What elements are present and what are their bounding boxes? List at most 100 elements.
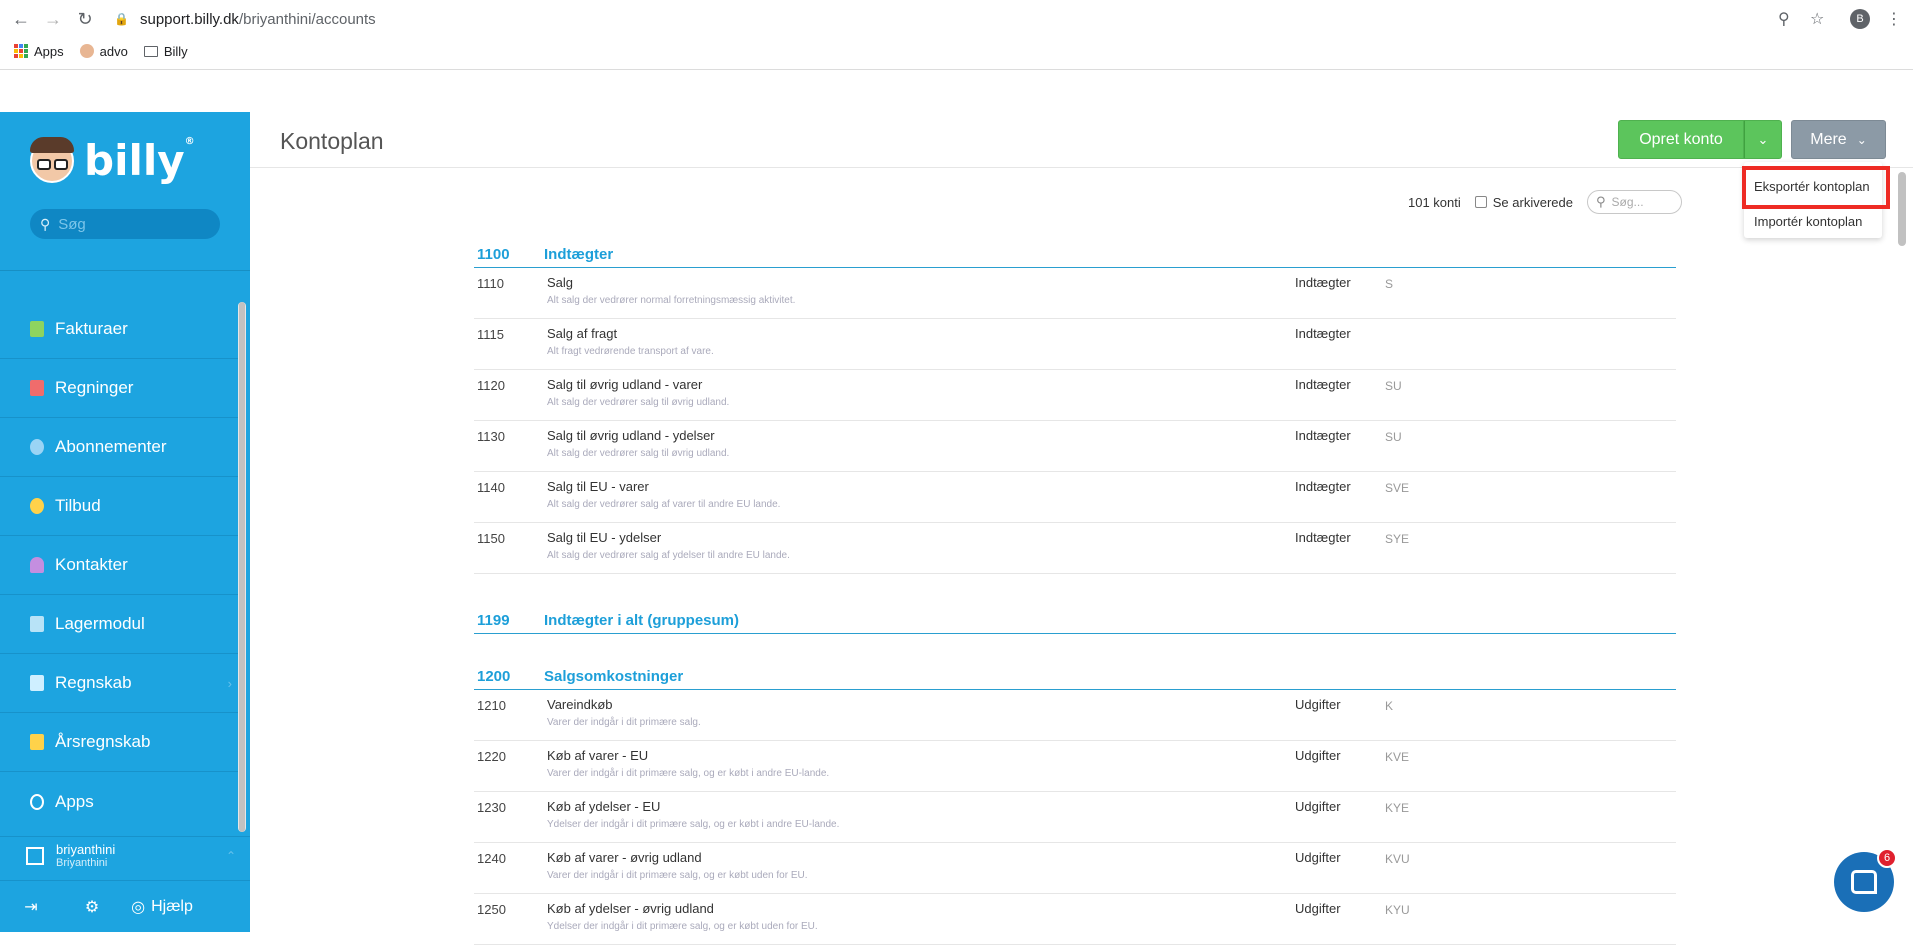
account-name: Vareindkøb [547,697,613,712]
account-number: 1230 [477,800,506,815]
account-description: Alt fragt vedrørende transport af vare. [547,346,714,357]
table-row[interactable]: 1115 Salg af fragt Alt fragt vedrørende tr… [474,319,1676,370]
chevron-down-icon: ⌄ [1856,132,1867,147]
page-scrollbar[interactable] [1898,172,1906,246]
sidebar-item-fakturaer[interactable]: Fakturaer [0,300,238,359]
account-name: Salg til EU - ydelser [547,530,662,545]
key-icon[interactable]: ⚲ [1778,8,1790,30]
group-name: Indtægter [544,246,614,263]
account-name: Salg til øvrig udland - ydelser [547,428,715,443]
group-number: 1200 [477,668,511,685]
url-host: support.billy.dk [140,10,239,28]
account-type: Indtægter [1295,275,1351,290]
address-bar[interactable]: 🔒 support.billy.dk/briyanthini/accounts [114,8,376,30]
sidebar-item-kontakter[interactable]: Kontakter [0,536,238,595]
bookmark-apps[interactable]: Apps [14,44,64,59]
account-description: Varer der indgår i dit primære salg, og … [547,870,808,881]
url-path: /briyanthini/accounts [238,10,376,28]
menu-kebab-icon[interactable]: ⋮ [1886,8,1902,30]
sidebar-item-label: Kontakter [55,555,128,574]
sidebar-item-lagermodul[interactable]: Lagermodul [0,595,238,654]
avatar: B [1850,9,1870,29]
table-row[interactable]: 1240 Køb af varer - øvrig udland Varer der… [474,843,1676,894]
create-options-button[interactable]: ⌄ [1744,120,1782,159]
search-icon: ⚲ [40,215,51,232]
account-number: 1210 [477,698,506,713]
sidebar-search-input[interactable]: ⚲ Søg [30,209,220,239]
sidebar-item-apps[interactable]: Apps [0,772,238,831]
sidebar-item-label: Apps [55,791,94,811]
show-archived-checkbox[interactable] [1474,196,1487,208]
vat-code: KVE [1385,750,1410,764]
group-number: 1100 [477,246,510,263]
bookmark-label: Billy [163,43,188,59]
table-row[interactable]: 1230 Køb af ydelser - EU Ydelser der indgå… [474,792,1676,843]
advo-favicon [79,44,94,58]
organization-name: Briyanthini [56,856,108,869]
account-name: Køb af ydelser - øvrig udland [547,901,714,916]
table-row[interactable]: 1220 Køb af varer - EU Varer der indgår i … [474,741,1676,792]
apps-icon [30,793,44,810]
bookmark-label: advo [99,43,128,59]
bookmark-advo[interactable]: advo [79,43,128,59]
account-number: 1220 [477,749,506,764]
table-row[interactable]: 1210 Vareindkøb Varer der indgår i dit pri… [474,690,1676,741]
table-row[interactable]: 1150 Salg til EU - ydelser Alt salg der ve… [474,523,1676,574]
account-number: 1140 [477,480,505,495]
account-type: Indtægter [1295,530,1351,545]
sidebar-menu: Fakturaer Regninger Abonnementer Tilbud … [0,300,238,831]
sidebar-item-aarsregnskab[interactable]: Årsregnskab [0,713,238,772]
table-row[interactable]: 1110 Salg Alt salg der vedrører normal for… [474,268,1676,319]
table-row[interactable]: 1140 Salg til EU - varer Alt salg der vedr… [474,472,1676,523]
vat-code: KYU [1385,903,1410,917]
search-placeholder: Søg... [1611,195,1644,209]
help-label: Hjælp [151,897,193,915]
sidebar-item-abonnementer[interactable]: Abonnementer [0,418,238,477]
reload-icon[interactable]: ↻ [74,8,96,30]
star-icon[interactable]: ☆ [1810,8,1824,30]
apps-grid-icon [14,44,28,58]
chat-launcher-button[interactable]: 6 [1834,848,1897,912]
help-button[interactable]: ◎ Hjælp [122,881,202,933]
account-description: Alt salg der vedrører normal forretnings… [547,295,796,306]
account-type: Udgifter [1295,748,1341,763]
sidebar-item-label: Regnskab [55,673,132,692]
sidebar-scrollbar[interactable] [238,302,246,832]
highlight-box [1742,166,1890,209]
inventory-icon [30,616,44,632]
show-archived-label: Se arkiverede [1492,194,1573,210]
table-row[interactable]: 1250 Køb af ydelser - øvrig udland Ydelser… [474,894,1676,945]
account-type: Indtægter [1295,377,1351,392]
vat-code: SYE [1385,532,1410,546]
profile-button[interactable]: B [1850,8,1870,30]
divider [250,167,1913,168]
accounts-search-input[interactable]: ⚲ Søg... [1586,190,1682,214]
logo-text: billy® [84,136,195,185]
more-label: Mere [1810,130,1847,148]
logout-icon[interactable]: ⇥ [0,881,62,933]
chevron-up-icon: ⌃ [225,848,236,863]
search-icon: ⚲ [1595,194,1606,209]
bookmarks-bar: Apps advo Billy [14,40,204,62]
user-name: briyanthini [56,841,116,857]
account-group-header: 1199 Indtægter i alt (gruppesum) [474,601,1676,634]
back-arrow-icon[interactable]: ← [10,8,32,30]
sidebar-item-regnskab[interactable]: Regnskab › [0,654,238,713]
contacts-icon [30,557,44,573]
create-account-button[interactable]: Opret konto [1618,120,1744,159]
group-number: 1199 [477,612,510,629]
sidebar-item-tilbud[interactable]: Tilbud [0,477,238,536]
forward-arrow-icon[interactable]: → [42,8,64,30]
account-description: Alt salg der vedrører salg af varer til … [547,499,781,510]
chevron-right-icon: › [227,675,232,691]
account-type: Indtægter [1295,428,1351,443]
gear-icon[interactable]: ⚙ [62,881,122,933]
table-row[interactable]: 1130 Salg til øvrig udland - ydelser Alt s… [474,421,1676,472]
table-row[interactable]: 1120 Salg til øvrig udland - varer Alt sal… [474,370,1676,421]
user-menu[interactable]: briyanthini Briyanthini ⌃ [0,836,250,874]
account-description: Alt salg der vedrører salg til øvrig udl… [547,397,730,408]
sidebar-item-regninger[interactable]: Regninger [0,359,238,418]
billy-logo[interactable]: billy® [30,136,195,185]
bookmark-billy[interactable]: Billy [143,43,188,59]
more-button[interactable]: Mere ⌄ [1791,120,1886,159]
